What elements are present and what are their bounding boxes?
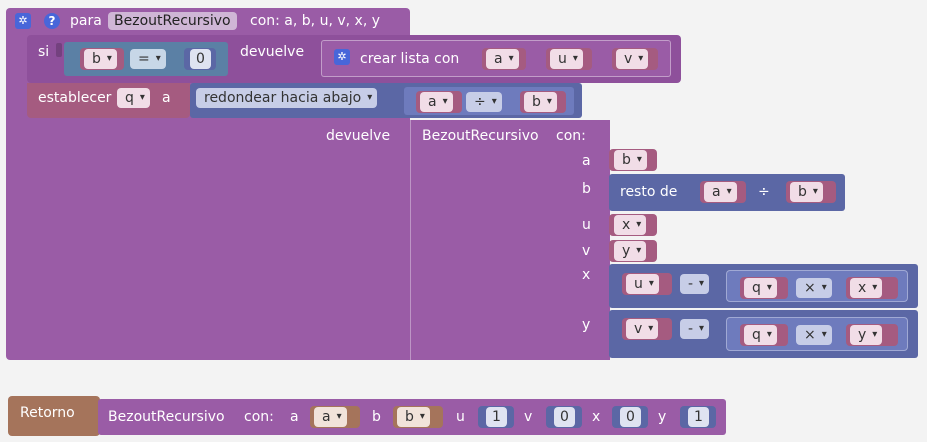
arg-v-label: v [582, 243, 591, 259]
y-times-op[interactable]: × [796, 325, 832, 345]
return-con-label: con: [556, 128, 586, 144]
arg-u-value[interactable]: x [614, 215, 647, 235]
retorno-b-value[interactable]: b [397, 407, 430, 427]
y-lhs[interactable]: v [626, 319, 659, 339]
arg-b-label: b [582, 181, 591, 197]
retorno-y-label: y [658, 409, 667, 425]
mod-label: resto de [620, 184, 678, 200]
si-returns-label: devuelve [240, 44, 305, 60]
proc-name[interactable]: BezoutRecursivo [108, 12, 237, 30]
list-label: crear lista con [360, 51, 460, 67]
zero-value[interactable]: 0 [190, 49, 211, 69]
list-gear-icon[interactable]: ✲ [334, 49, 350, 65]
list-item-u[interactable]: u [550, 49, 583, 69]
arg-u-label: u [582, 217, 591, 233]
x-q[interactable]: q [744, 278, 777, 298]
round-dropdown[interactable]: redondear hacia abajo [196, 88, 378, 108]
set-var-dropdown[interactable]: q [117, 88, 150, 108]
x-times-op[interactable]: × [796, 278, 832, 298]
retorno-y-value[interactable]: 1 [688, 407, 709, 427]
retorno-call-name: BezoutRecursivo [108, 409, 225, 425]
retorno-u-value[interactable]: 1 [486, 407, 507, 427]
mod-lhs[interactable]: a [704, 182, 737, 202]
arg-v-value[interactable]: y [614, 241, 647, 261]
compare-op-dropdown[interactable]: = [130, 49, 166, 69]
help-icon[interactable]: ? [44, 13, 60, 29]
retorno-x-label: x [592, 409, 601, 425]
div-lhs[interactable]: a [420, 92, 453, 112]
y-var[interactable]: y [850, 325, 883, 345]
body-divider [410, 120, 411, 360]
return-label: devuelve [326, 128, 391, 144]
div-rhs[interactable]: b [524, 92, 557, 112]
div-op-dropdown[interactable]: ÷ [466, 92, 502, 112]
gear-icon[interactable]: ✲ [15, 13, 31, 29]
x-lhs[interactable]: u [626, 274, 659, 294]
retorno-u-label: u [456, 409, 465, 425]
x-minus-op[interactable]: - [680, 274, 710, 294]
return-call-name: BezoutRecursivo [422, 128, 539, 144]
arg-a-value[interactable]: b [614, 150, 647, 170]
retorno-v-label: v [524, 409, 533, 425]
y-q[interactable]: q [744, 325, 777, 345]
arg-x-label: x [582, 267, 591, 283]
list-item-a[interactable]: a [486, 49, 519, 69]
retorno-a-label: a [290, 409, 299, 425]
arg-a-label: a [582, 153, 591, 169]
retorno-v-value[interactable]: 0 [554, 407, 575, 427]
si-label: si [38, 44, 50, 60]
retorno-b-label: b [372, 409, 381, 425]
mod-op: ÷ [758, 184, 770, 200]
retorno-label: Retorno [20, 405, 75, 421]
arg-y-label: y [582, 317, 591, 333]
procedure-body-right [400, 120, 610, 360]
proc-keyword: para [70, 13, 102, 29]
y-minus-op[interactable]: - [680, 319, 710, 339]
var-b-dropdown[interactable]: b [84, 49, 117, 69]
set-label: establecer [38, 90, 112, 106]
retorno-a-value[interactable]: a [314, 407, 347, 427]
set-to-label: a [162, 90, 171, 106]
retorno-x-value[interactable]: 0 [620, 407, 641, 427]
x-var[interactable]: x [850, 278, 883, 298]
si-connector [56, 43, 62, 57]
retorno-con: con: [244, 409, 274, 425]
list-item-v[interactable]: v [616, 49, 649, 69]
proc-params: con: a, b, u, v, x, y [250, 13, 380, 29]
mod-rhs[interactable]: b [790, 182, 823, 202]
